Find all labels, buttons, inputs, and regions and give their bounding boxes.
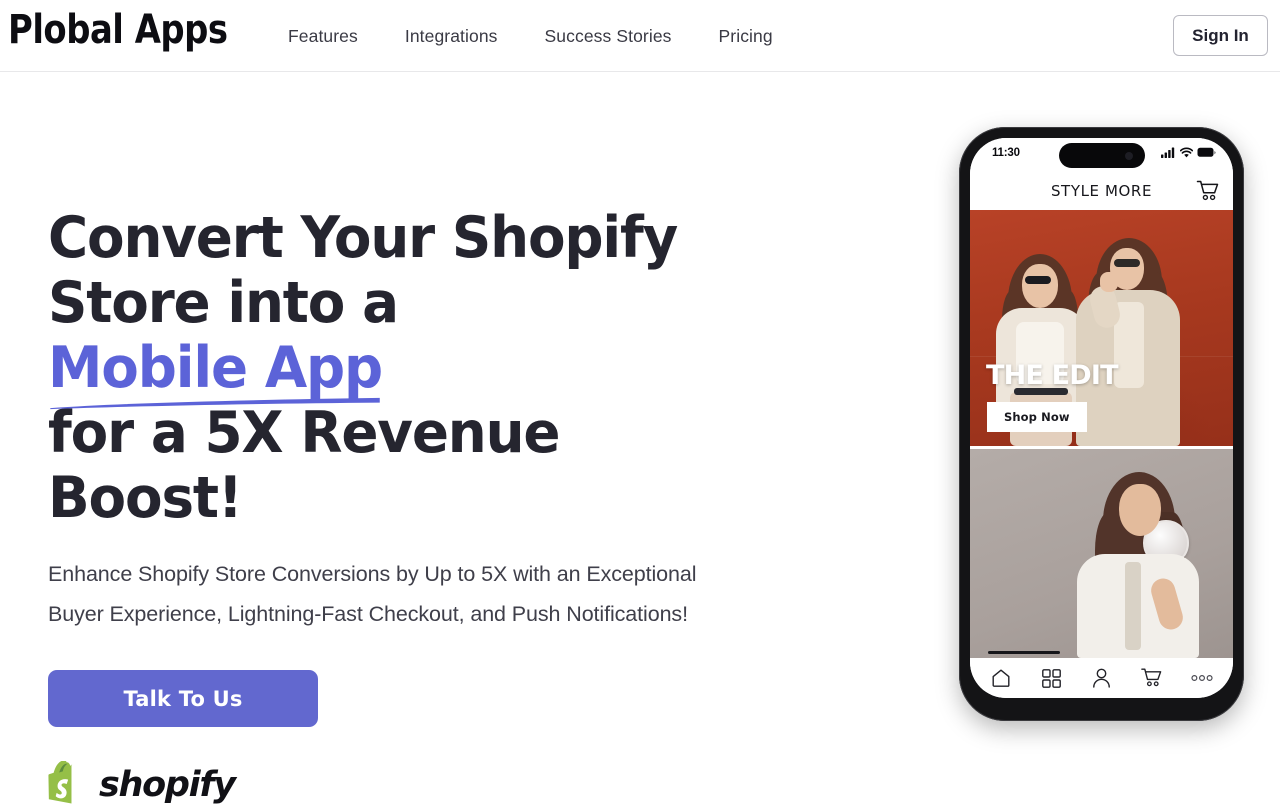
- app-secondary-banner[interactable]: [970, 449, 1233, 658]
- headline-accent: Mobile App: [48, 335, 383, 410]
- shopify-wordmark: shopify: [99, 764, 236, 805]
- app-tabbar: [970, 658, 1233, 698]
- shopify-bag-icon: [48, 761, 73, 804]
- nav-item-integrations[interactable]: Integrations: [405, 26, 498, 47]
- main-navigation: Features Integrations Success Stories Pr…: [288, 0, 773, 72]
- nav-item-success-stories[interactable]: Success Stories: [545, 26, 672, 47]
- headline-line-1: Convert Your Shopify: [48, 205, 678, 271]
- page-title: Convert Your Shopify Store into a Mobile…: [48, 206, 701, 531]
- headline-accent-text: Mobile App: [48, 335, 383, 401]
- nav-item-features[interactable]: Features: [288, 26, 358, 47]
- app-hero-banner[interactable]: THE EDIT Shop Now: [970, 210, 1233, 446]
- home-indicator: [988, 651, 1060, 654]
- wifi-icon: [1180, 147, 1193, 158]
- hero-banner-title: THE EDIT: [986, 360, 1119, 391]
- model-figure-mirror: [1073, 462, 1205, 658]
- phone-mockup: 11:30 STYLE MORE THE EDIT Shop Now: [959, 127, 1244, 721]
- grid-icon[interactable]: [1032, 663, 1070, 693]
- headline-line-2-prefix: Store into a: [48, 270, 399, 336]
- phone-screen: 11:30 STYLE MORE THE EDIT Shop Now: [970, 138, 1233, 698]
- hero-subheadline: Enhance Shopify Store Conversions by Up …: [48, 562, 697, 626]
- more-icon[interactable]: [1183, 663, 1221, 693]
- app-store-title: STYLE MORE: [1050, 182, 1153, 200]
- home-icon[interactable]: [982, 663, 1020, 693]
- app-header: STYLE MORE: [970, 172, 1233, 210]
- battery-icon: [1197, 147, 1216, 157]
- shop-now-button[interactable]: Shop Now: [987, 402, 1087, 432]
- site-header: Plobal Apps Features Integrations Succes…: [0, 0, 1280, 72]
- shopify-partner-badge: shopify: [48, 761, 728, 808]
- status-icons: [1161, 147, 1216, 158]
- talk-to-us-button[interactable]: Talk To Us: [48, 670, 318, 727]
- hero-content: Convert Your Shopify Store into a Mobile…: [48, 206, 728, 808]
- sign-in-button[interactable]: Sign In: [1173, 15, 1268, 56]
- cart-icon[interactable]: [1133, 663, 1171, 693]
- model-figure-right: [1074, 238, 1184, 446]
- person-icon[interactable]: [1082, 663, 1120, 693]
- nav-item-pricing[interactable]: Pricing: [719, 26, 773, 47]
- brand-logo[interactable]: Plobal Apps: [8, 7, 228, 53]
- cart-icon[interactable]: [1196, 180, 1219, 207]
- signal-icon: [1161, 147, 1175, 158]
- headline-line-3: for a 5X Revenue Boost!: [48, 400, 561, 531]
- status-time: 11:30: [992, 147, 1020, 159]
- front-camera-icon: [1124, 151, 1133, 160]
- dynamic-island: [1058, 143, 1145, 168]
